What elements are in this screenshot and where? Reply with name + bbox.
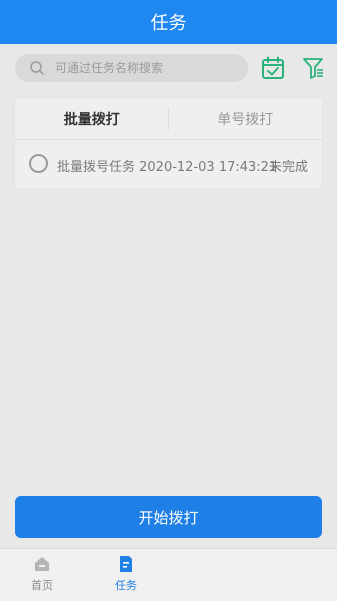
task-status: 未完成 [268, 160, 308, 175]
filter-icon[interactable] [302, 56, 324, 80]
nav-task-label: 任务 [115, 579, 137, 592]
task-doc-icon [120, 556, 132, 572]
tab-label: 单号拨打 [217, 111, 274, 128]
tab-label: 批量拨打 [63, 111, 120, 128]
home-icon [35, 557, 49, 571]
search-box[interactable] [15, 54, 248, 82]
tab-single-dial[interactable]: 单号拨打 [169, 98, 323, 139]
radio-button[interactable] [29, 154, 48, 173]
task-name: 批量拨号任务 2020-12-03 17:43:21 [57, 160, 278, 175]
search-row [0, 44, 337, 92]
page-title: 任务 [150, 13, 187, 34]
search-icon [30, 61, 44, 75]
nav-home-label: 首页 [31, 579, 53, 592]
tab-batch-dial[interactable]: 批量拨打 [15, 98, 169, 139]
app-header: 任务 [0, 0, 337, 44]
nav-task[interactable]: 任务 [96, 555, 156, 597]
list-item[interactable]: 批量拨号任务 2020-12-03 17:43:21 未完成 [15, 140, 322, 188]
search-input[interactable] [53, 60, 237, 76]
task-card: 批量拨打 单号拨打 批量拨号任务 2020-12-03 17:43:21 未完成 [15, 98, 322, 188]
bottom-nav: 首页 任务 [0, 548, 337, 601]
tab-bar: 批量拨打 单号拨打 [15, 98, 322, 140]
calendar-check-icon[interactable] [261, 56, 285, 80]
nav-home[interactable]: 首页 [12, 555, 72, 597]
start-dial-button[interactable]: 开始拨打 [15, 496, 322, 538]
